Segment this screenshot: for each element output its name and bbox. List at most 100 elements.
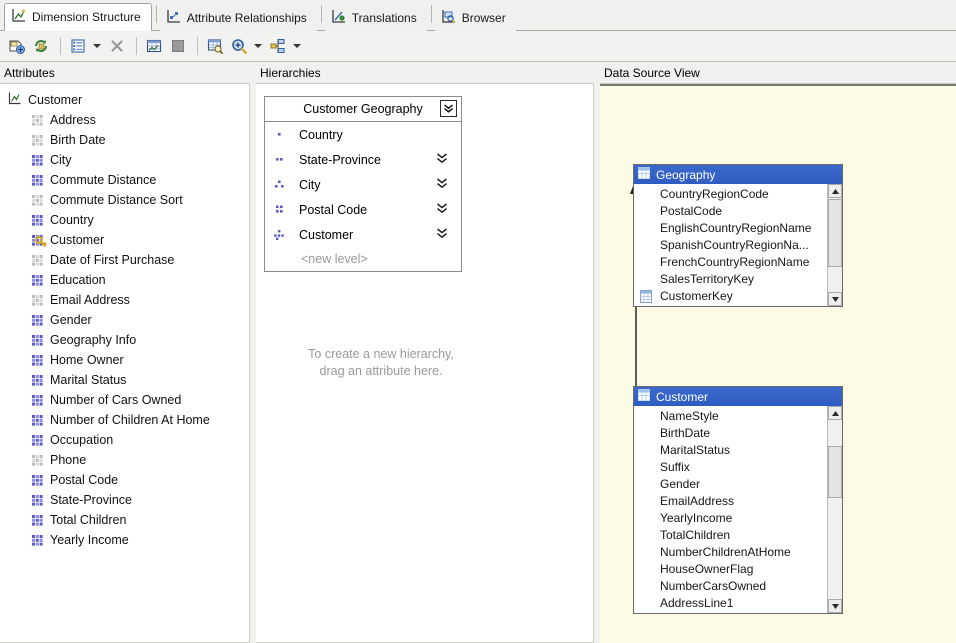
dsv-column[interactable]: EnglishCountryRegionName	[634, 220, 842, 237]
chevron-double-down-icon[interactable]	[436, 152, 448, 166]
dsv-column[interactable]: HouseOwnerFlag	[634, 561, 842, 578]
attribute-item-home-owner[interactable]: Home Owner	[4, 350, 249, 370]
chevron-double-down-icon[interactable]	[436, 227, 448, 241]
zoom-icon[interactable]	[228, 35, 250, 57]
attribute-item-geography-info[interactable]: Geography Info	[4, 330, 249, 350]
hierarchies-panel-body[interactable]: Customer Geography Country State-Province…	[256, 84, 594, 643]
hierarchy-level-postal-code[interactable]: Postal Code	[265, 197, 461, 222]
attribute-item-email-address[interactable]: Email Address	[4, 290, 249, 310]
dsv-column[interactable]: NumberChildrenAtHome	[634, 544, 842, 561]
dsv-column[interactable]: AddressLine1	[634, 595, 842, 612]
dsv-column[interactable]: YearlyIncome	[634, 510, 842, 527]
hierarchy-level-city[interactable]: City	[265, 172, 461, 197]
dsv-table-header[interactable]: Geography	[634, 165, 842, 184]
scroll-up-arrow-icon[interactable]	[828, 406, 842, 420]
attribute-icon	[32, 174, 43, 186]
hierarchy-level-icon	[273, 204, 287, 216]
attribute-item-city[interactable]: City	[4, 150, 249, 170]
delete-x-icon[interactable]	[106, 35, 128, 57]
attribute-item-address[interactable]: Address	[4, 110, 249, 130]
tab-translations[interactable]: Translations	[324, 5, 427, 31]
attribute-disabled-icon	[32, 194, 43, 206]
dsv-table-customer[interactable]: Customer NameStyle BirthDate MaritalStatus…	[633, 386, 843, 614]
hierarchy-new-level[interactable]: <new level>	[265, 247, 461, 271]
dsv-column[interactable]: NumberCarsOwned	[634, 578, 842, 595]
attribute-item-date-of-first-purchase[interactable]: Date of First Purchase	[4, 250, 249, 270]
dsv-column[interactable]: CustomerKey	[634, 288, 842, 305]
dsv-vertical-scrollbar[interactable]	[827, 406, 842, 613]
dsv-column[interactable]: Gender	[634, 476, 842, 493]
attribute-label: Marital Status	[50, 373, 127, 387]
dsv-column-label: PostalCode	[660, 204, 723, 218]
hierarchy-drag-hint-line1: To create a new hierarchy,	[308, 347, 454, 361]
dsv-column[interactable]: FrenchCountryRegionName	[634, 254, 842, 271]
attributes-panel-body[interactable]: Customer Address Birth Date City Commute Dis…	[0, 84, 250, 643]
show-dimension-designer-icon[interactable]	[6, 35, 28, 57]
dsv-column-label: HouseOwnerFlag	[660, 562, 754, 576]
diagram-organizer-icon[interactable]	[267, 35, 289, 57]
dsv-column[interactable]: BirthDate	[634, 425, 842, 442]
dsv-column[interactable]: Suffix	[634, 459, 842, 476]
attribute-item-education[interactable]: Education	[4, 270, 249, 290]
hierarchy-level-icon	[273, 229, 287, 241]
chevron-double-down-icon[interactable]	[436, 202, 448, 216]
attribute-item-postal-code[interactable]: Postal Code	[4, 470, 249, 490]
attributes-tree-root[interactable]: Customer	[4, 90, 249, 110]
attribute-item-number-of-cars-owned[interactable]: Number of Cars Owned	[4, 390, 249, 410]
dsv-column[interactable]: NameStyle	[634, 408, 842, 425]
hierarchy-card-customer-geography[interactable]: Customer Geography Country State-Province…	[264, 96, 462, 272]
attribute-item-commute-distance-sort[interactable]: Commute Distance Sort	[4, 190, 249, 210]
stop-square-icon[interactable]	[167, 35, 189, 57]
dsv-table-header[interactable]: Customer	[634, 387, 842, 406]
collapse-all-icon[interactable]	[440, 100, 457, 117]
attribute-item-occupation[interactable]: Occupation	[4, 430, 249, 450]
tab-browser[interactable]: Browser	[434, 5, 516, 31]
attribute-item-gender[interactable]: Gender	[4, 310, 249, 330]
diagram-dropdown-arrow-icon[interactable]	[291, 35, 303, 57]
attribute-item-country[interactable]: Country	[4, 210, 249, 230]
attribute-item-commute-distance[interactable]: Commute Distance	[4, 170, 249, 190]
scrollbar-thumb[interactable]	[828, 199, 842, 267]
attribute-item-customer[interactable]: Customer	[4, 230, 249, 250]
attribute-item-marital-status[interactable]: Marital Status	[4, 370, 249, 390]
dsv-column[interactable]: SalesTerritoryKey	[634, 271, 842, 288]
dsv-column[interactable]: PostalCode	[634, 203, 842, 220]
dsv-panel-body[interactable]: Geography CountryRegionCode PostalCode Eng…	[600, 84, 956, 643]
attribute-icon	[32, 434, 43, 446]
properties-list-icon[interactable]	[67, 35, 89, 57]
dsv-table-geography[interactable]: Geography CountryRegionCode PostalCode Eng…	[633, 164, 843, 307]
attribute-item-phone[interactable]: Phone	[4, 450, 249, 470]
attribute-item-birth-date[interactable]: Birth Date	[4, 130, 249, 150]
find-table-icon[interactable]	[204, 35, 226, 57]
dsv-vertical-scrollbar[interactable]	[827, 184, 842, 306]
attributes-tree[interactable]: Customer Address Birth Date City Commute Dis…	[0, 84, 249, 550]
hierarchy-level-customer[interactable]: Customer	[265, 222, 461, 247]
attribute-item-state-province[interactable]: State-Province	[4, 490, 249, 510]
tab-dimension-structure[interactable]: Dimension Structure	[4, 3, 152, 31]
dsv-column[interactable]: EmailAddress	[634, 493, 842, 510]
attribute-icon	[32, 414, 43, 426]
dsv-column[interactable]: CountryRegionCode	[634, 186, 842, 203]
dropdown-arrow-icon[interactable]	[91, 35, 103, 57]
attribute-label: Total Children	[50, 513, 127, 527]
hierarchy-level-country[interactable]: Country	[265, 122, 461, 147]
hierarchy-level-state-province[interactable]: State-Province	[265, 147, 461, 172]
show-grid-icon[interactable]	[143, 35, 165, 57]
tab-attribute-relationships[interactable]: Attribute Relationships	[159, 5, 317, 31]
hierarchy-title-bar[interactable]: Customer Geography	[265, 97, 461, 122]
dsv-column[interactable]: TotalChildren	[634, 527, 842, 544]
attribute-item-yearly-income[interactable]: Yearly Income	[4, 530, 249, 550]
attribute-item-number-of-children-at-home[interactable]: Number of Children At Home	[4, 410, 249, 430]
scroll-down-arrow-icon[interactable]	[828, 599, 842, 613]
scroll-up-arrow-icon[interactable]	[828, 184, 842, 198]
scrollbar-thumb[interactable]	[828, 446, 842, 498]
scroll-down-arrow-icon[interactable]	[828, 292, 842, 306]
dsv-column[interactable]: MaritalStatus	[634, 442, 842, 459]
attribute-item-total-children[interactable]: Total Children	[4, 510, 249, 530]
zoom-dropdown-arrow-icon[interactable]	[252, 35, 264, 57]
dsv-column[interactable]: SpanishCountryRegionNa...	[634, 237, 842, 254]
process-refresh-icon[interactable]	[30, 35, 52, 57]
chevron-double-down-icon[interactable]	[436, 177, 448, 191]
dimension-icon	[8, 92, 21, 108]
attribute-icon	[32, 514, 43, 526]
